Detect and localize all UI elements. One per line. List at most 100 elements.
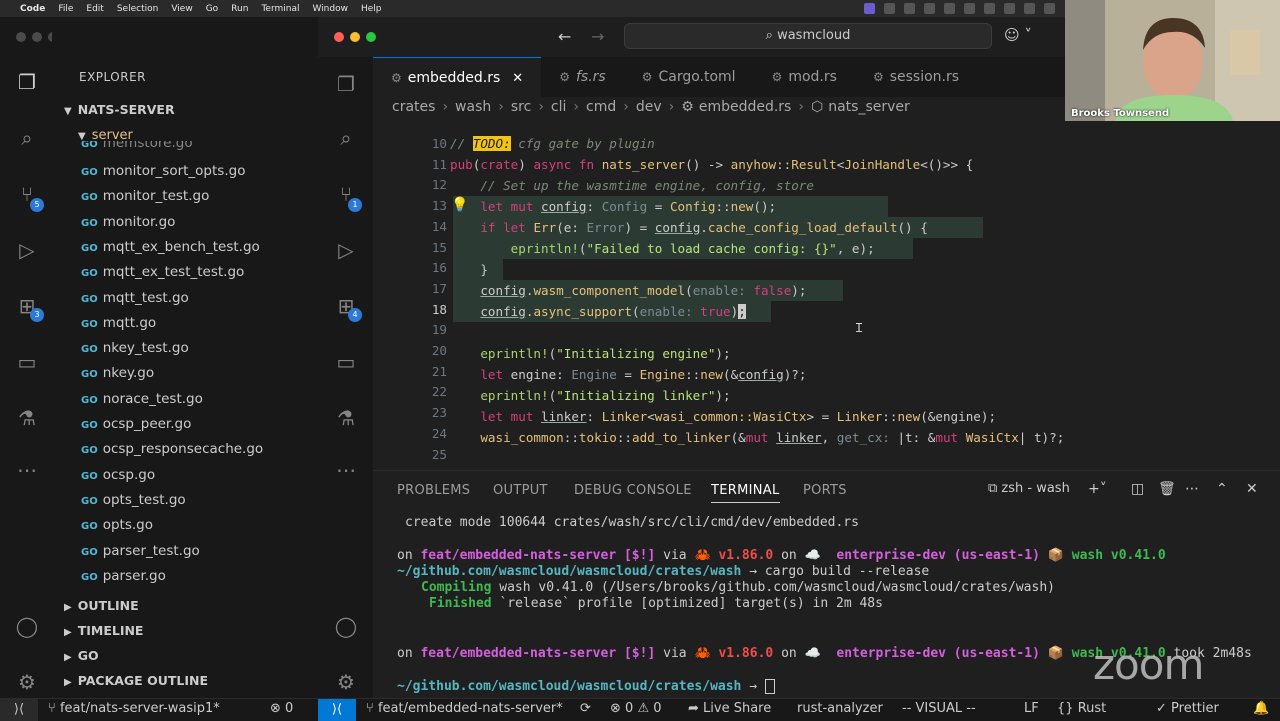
tab-fs-rs[interactable]: ⚙ fs.rs bbox=[541, 57, 624, 97]
problems-status[interactable]: ⊗ 0 ⚠ 0 bbox=[610, 701, 662, 716]
file-item[interactable]: GO nkey_test.go bbox=[81, 336, 189, 360]
file-item[interactable]: GO opts_test.go bbox=[81, 488, 186, 512]
eol-indicator[interactable]: LF bbox=[1024, 701, 1039, 716]
tab-embedded-rs[interactable]: ⚙ embedded.rs ✕ bbox=[373, 57, 542, 98]
menu-terminal[interactable]: Terminal bbox=[261, 4, 299, 14]
breadcrumb-item[interactable]: crates bbox=[392, 99, 435, 115]
file-item[interactable]: GO mqtt.go bbox=[81, 311, 156, 335]
file-item[interactable]: GO monitor_test.go bbox=[81, 184, 209, 208]
account-icon[interactable]: ◯ bbox=[333, 613, 359, 639]
remote-indicator-icon[interactable]: ⟩⟨ bbox=[318, 699, 356, 721]
tab-terminal[interactable]: TERMINAL bbox=[711, 483, 780, 503]
trash-icon[interactable]: 🗑 bbox=[1158, 481, 1176, 497]
command-center-search[interactable]: ⌕ wasmcloud bbox=[624, 23, 992, 49]
copilot-icon[interactable]: ☺ ˅ bbox=[1004, 26, 1032, 44]
explorer-icon[interactable]: ❐ bbox=[14, 69, 40, 95]
branch-status[interactable]: ⑂ feat/nats-server-wasip1* bbox=[48, 701, 220, 716]
file-item[interactable]: GO memstore.go bbox=[81, 141, 193, 155]
remote-indicator-icon[interactable]: ⟩⟨ bbox=[0, 699, 38, 721]
live-share-button[interactable]: ➦ Live Share bbox=[688, 701, 771, 716]
menu-help[interactable]: Help bbox=[361, 4, 382, 14]
file-item[interactable]: GO opts.go bbox=[81, 513, 153, 537]
menu-edit[interactable]: Edit bbox=[86, 4, 103, 14]
testing-icon[interactable]: ⚗ bbox=[333, 405, 359, 431]
breadcrumb-item[interactable]: cli bbox=[551, 99, 566, 115]
breadcrumb-item[interactable]: cmd bbox=[586, 99, 616, 115]
file-item[interactable]: GO mqtt_ex_bench_test.go bbox=[81, 235, 260, 259]
minimize-window-icon[interactable] bbox=[350, 32, 360, 42]
tray-icon[interactable] bbox=[904, 3, 915, 14]
run-debug-icon[interactable]: ▷ bbox=[14, 237, 40, 263]
arrow-right-icon[interactable]: → bbox=[591, 27, 604, 46]
file-item[interactable]: GO ocsp_responsecache.go bbox=[81, 437, 263, 461]
problems-status[interactable]: ⊗ 0 bbox=[270, 701, 293, 716]
screen-share-icon[interactable] bbox=[864, 3, 875, 14]
breadcrumb-item[interactable]: src bbox=[511, 99, 531, 115]
tab-output[interactable]: OUTPUT bbox=[493, 483, 548, 498]
menu-selection[interactable]: Selection bbox=[117, 4, 158, 14]
tab-ports[interactable]: PORTS bbox=[803, 483, 847, 498]
account-icon[interactable]: ◯ bbox=[14, 613, 40, 639]
language-mode[interactable]: {} Rust bbox=[1057, 701, 1106, 716]
file-item[interactable]: GO ocsp_peer.go bbox=[81, 412, 191, 436]
wifi-icon[interactable] bbox=[964, 3, 975, 14]
settings-gear-icon[interactable]: ⚙ bbox=[333, 669, 359, 695]
run-debug-icon[interactable]: ▷ bbox=[333, 237, 359, 263]
search-icon[interactable]: ⌕ bbox=[14, 125, 40, 151]
remote-explorer-icon[interactable]: ▭ bbox=[333, 349, 359, 375]
tab-session-rs[interactable]: ⚙ session.rs bbox=[855, 57, 977, 97]
zoom-window-icon[interactable] bbox=[366, 32, 376, 42]
breadcrumb-item[interactable]: dev bbox=[636, 99, 662, 115]
workspace-root[interactable]: ▼ NATS-SERVER bbox=[64, 102, 175, 117]
breadcrumb-item[interactable]: embedded.rs bbox=[699, 99, 792, 115]
tab-cargo-toml[interactable]: ⚙ Cargo.toml bbox=[624, 57, 754, 97]
menu-go[interactable]: Go bbox=[206, 4, 218, 14]
tray-icon[interactable] bbox=[1004, 3, 1015, 14]
settings-gear-icon[interactable]: ⚙ bbox=[14, 669, 40, 695]
terminal-selector[interactable]: ⧉ zsh - wash bbox=[988, 481, 1070, 496]
section-go[interactable]: ▶ GO bbox=[64, 648, 99, 663]
explorer-icon[interactable]: ❐ bbox=[333, 71, 359, 97]
minimize-window-icon[interactable] bbox=[32, 32, 42, 42]
menu-window[interactable]: Window bbox=[312, 4, 348, 14]
menu-file[interactable]: File bbox=[58, 4, 73, 14]
add-terminal-icon[interactable]: +˅ bbox=[1088, 481, 1107, 497]
more-icon[interactable]: ⋯ bbox=[14, 457, 40, 483]
file-item[interactable]: GO ocsp.go bbox=[81, 463, 155, 487]
remote-explorer-icon[interactable]: ▭ bbox=[14, 349, 40, 375]
bell-icon[interactable]: 🔔 bbox=[1253, 701, 1269, 716]
close-window-icon[interactable] bbox=[16, 32, 26, 42]
notion-icon[interactable] bbox=[884, 3, 895, 14]
section-outline[interactable]: ▶ OUTLINE bbox=[64, 598, 139, 613]
tab-mod-rs[interactable]: ⚙ mod.rs bbox=[754, 57, 855, 97]
menu-app-name[interactable]: Code bbox=[20, 4, 45, 14]
close-icon[interactable]: ✕ bbox=[512, 71, 523, 86]
file-item[interactable]: GO parser.go bbox=[81, 564, 166, 588]
tray-icon[interactable] bbox=[924, 3, 935, 14]
keyboard-layout-icon[interactable] bbox=[1044, 3, 1055, 14]
file-item[interactable]: GO monitor_sort_opts.go bbox=[81, 159, 245, 183]
menu-view[interactable]: View bbox=[171, 4, 192, 14]
close-panel-icon[interactable]: ✕ bbox=[1246, 481, 1258, 497]
rust-analyzer-status[interactable]: rust-analyzer bbox=[797, 701, 883, 716]
split-terminal-icon[interactable]: ◫ bbox=[1131, 481, 1144, 497]
sync-icon[interactable]: ⟳ bbox=[580, 701, 591, 716]
breadcrumb-item[interactable]: wash bbox=[455, 99, 491, 115]
tab-problems[interactable]: PROBLEMS bbox=[397, 483, 470, 498]
menu-run[interactable]: Run bbox=[231, 4, 248, 14]
file-item[interactable]: GO monitor.go bbox=[81, 210, 175, 234]
tab-debug-console[interactable]: DEBUG CONSOLE bbox=[574, 483, 692, 498]
section-timeline[interactable]: ▶ TIMELINE bbox=[64, 623, 143, 638]
file-item[interactable]: GO parser_test.go bbox=[81, 539, 200, 563]
code-editor[interactable]: 10 11 12 13 14 15 16 17 18 19 20 21 22 23 24 25 💡 // TO… bbox=[373, 132, 1280, 462]
tray-icon[interactable] bbox=[1024, 3, 1035, 14]
close-window-icon[interactable] bbox=[334, 32, 344, 42]
tray-icon[interactable] bbox=[944, 3, 955, 14]
section-package-outline[interactable]: ▶ PACKAGE OUTLINE bbox=[64, 673, 208, 688]
file-item[interactable]: GO norace_test.go bbox=[81, 387, 203, 411]
testing-icon[interactable]: ⚗ bbox=[14, 405, 40, 431]
branch-status[interactable]: ⑂ feat/embedded-nats-server* bbox=[366, 701, 563, 716]
file-item[interactable]: GO nkey.go bbox=[81, 361, 154, 385]
prettier-status[interactable]: ✓ Prettier bbox=[1156, 701, 1219, 716]
more-actions-icon[interactable]: ⋯ bbox=[1185, 481, 1199, 497]
